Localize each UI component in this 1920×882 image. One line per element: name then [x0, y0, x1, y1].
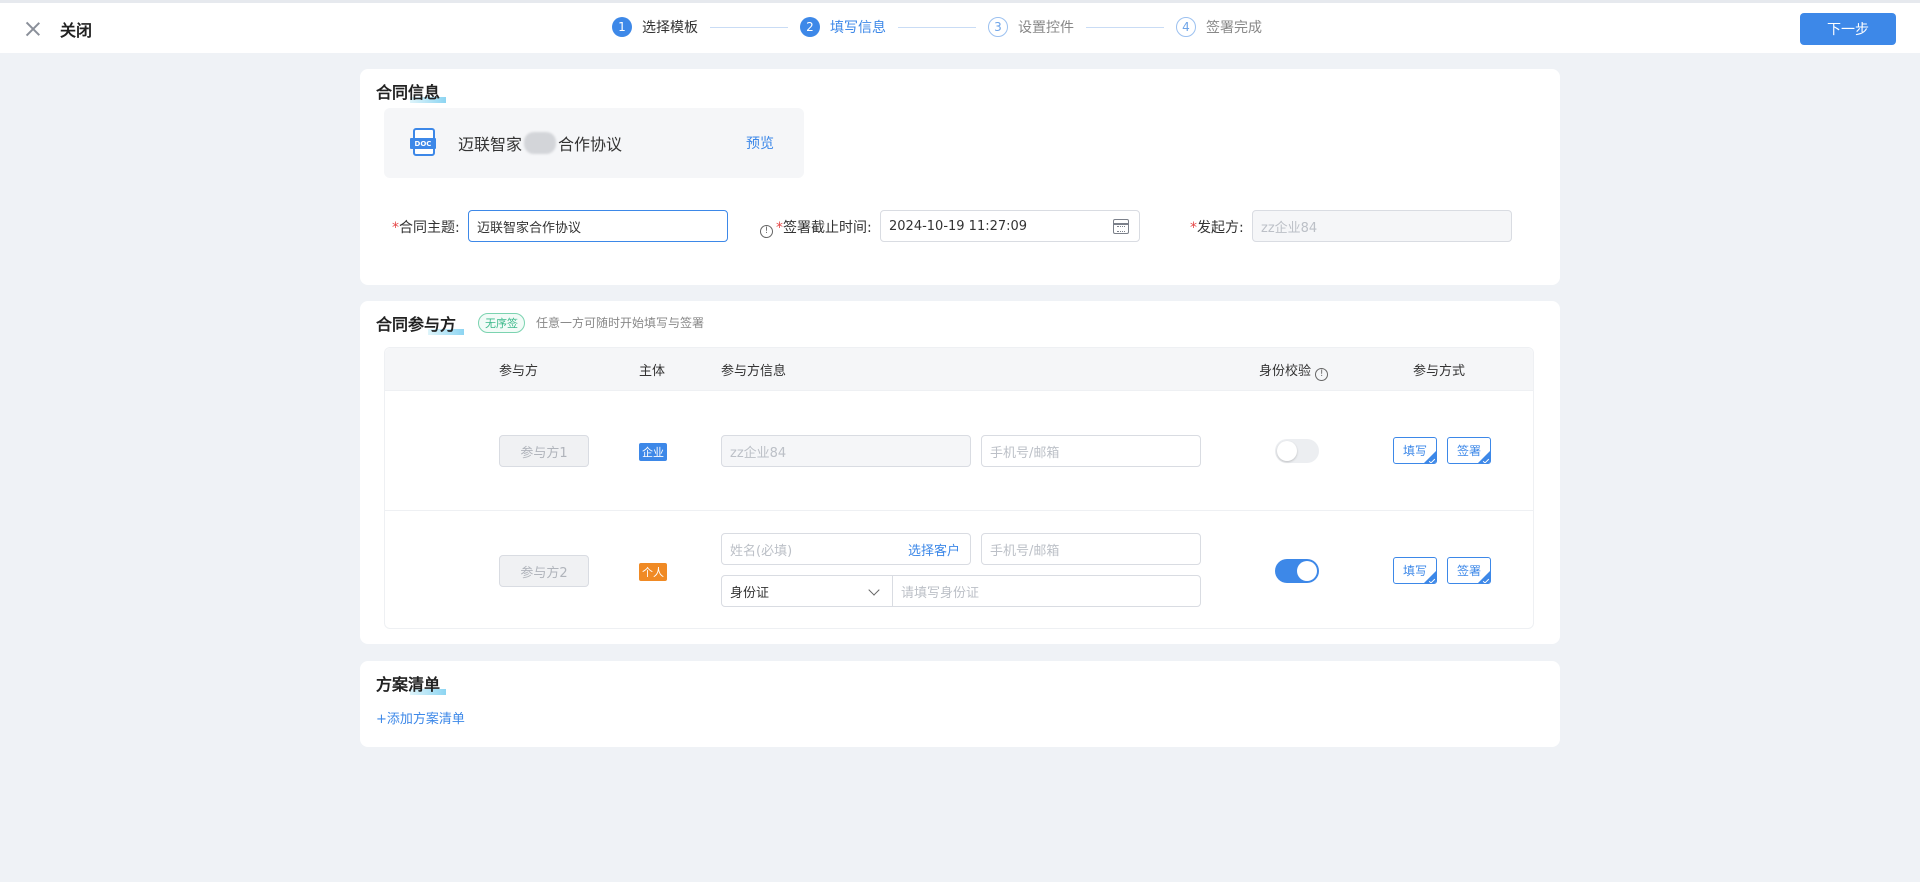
sign-mode-button[interactable]: 签署: [1447, 557, 1491, 584]
fill-mode-button[interactable]: 填写: [1393, 437, 1437, 464]
document-name: 迈联智家 合作协议: [458, 131, 622, 155]
step-1-label: 选择模板: [642, 20, 698, 36]
unordered-sign-badge: 无序签: [478, 313, 525, 333]
step-connector: [710, 26, 788, 28]
step-4-number: 4: [1176, 17, 1196, 37]
step-3-label: 设置控件: [1018, 20, 1074, 36]
contact-input[interactable]: 手机号/邮箱: [981, 435, 1201, 467]
plan-title: 方案清单: [376, 675, 441, 694]
section-title: 合同参与方: [376, 311, 464, 335]
document-name-part2: 合作协议: [558, 135, 623, 154]
person-tag: 个人: [639, 563, 667, 581]
step-3-number: 3: [988, 17, 1008, 37]
initiator-label: *发起方:: [1190, 220, 1244, 236]
contract-info-title: 合同信息: [376, 83, 441, 102]
step-2: 2 填写信息: [800, 17, 886, 37]
select-customer-link[interactable]: 选择客户: [908, 540, 960, 559]
table-row: 参与方1 企业 zz企业84 手机号/邮箱 填写 签署: [385, 390, 1533, 510]
contract-info-card: 合同信息 DOC 迈联智家 合作协议 预览 *合同主题: 迈联智家合作协议 ! *…: [360, 69, 1560, 285]
step-1: 1 选择模板: [612, 17, 698, 37]
col-party: 参与方: [499, 364, 539, 379]
deadline-label: ! *签署截止时间:: [760, 217, 872, 238]
id-number-input[interactable]: 请填写身份证: [892, 575, 1201, 607]
step-4-label: 签署完成: [1206, 20, 1262, 36]
step-connector: [1086, 26, 1164, 28]
redacted-blur: [524, 132, 557, 154]
close-label: 关闭: [60, 21, 93, 40]
preview-link[interactable]: 预览: [746, 133, 774, 153]
subject-input[interactable]: 迈联智家合作协议: [468, 210, 728, 242]
contact-input[interactable]: 手机号/邮箱: [981, 533, 1201, 565]
parties-title: 合同参与方: [376, 315, 457, 334]
deadline-value: 2024-10-19 11:27:09: [889, 218, 1028, 234]
col-mode: 参与方式: [1413, 364, 1466, 379]
next-step-button[interactable]: 下一步: [1800, 13, 1896, 45]
plan-list-card: 方案清单 +添加方案清单: [360, 661, 1560, 747]
section-title: 合同信息: [376, 79, 446, 103]
identity-verify-toggle[interactable]: [1275, 439, 1319, 463]
fill-mode-button[interactable]: 填写: [1393, 557, 1437, 584]
order-hint: 任意一方可随时开始填写与签署: [536, 316, 705, 330]
step-4: 4 签署完成: [1176, 17, 1262, 37]
initiator-placeholder: zz企业84: [1261, 220, 1318, 236]
table-row: 参与方2 个人 姓名(必填) 选择客户 手机号/邮箱 身份证 请填写身份证 填写…: [385, 510, 1533, 630]
info-icon: !: [1315, 368, 1329, 381]
col-subject: 主体: [639, 364, 666, 379]
calendar-icon[interactable]: [1113, 219, 1129, 234]
info-icon: !: [760, 225, 773, 238]
parties-table: 参与方 主体 参与方信息 身份校验 ! 参与方式 参与方1 企业 zz企业84 …: [384, 347, 1534, 629]
enterprise-tag: 企业: [639, 443, 667, 461]
identity-verify-toggle[interactable]: [1275, 559, 1319, 583]
step-2-label: 填写信息: [830, 20, 886, 36]
id-type-select[interactable]: 身份证: [721, 575, 893, 607]
initiator-input: zz企业84: [1252, 210, 1512, 242]
party-1-label: 参与方1: [499, 435, 589, 467]
step-3: 3 设置控件: [988, 17, 1074, 37]
deadline-datetime-input[interactable]: 2024-10-19 11:27:09: [880, 210, 1140, 242]
col-info: 参与方信息: [721, 364, 787, 379]
section-title: 方案清单: [376, 671, 446, 695]
add-plan-link[interactable]: +添加方案清单: [376, 708, 465, 727]
col-verify: 身份校验 !: [1259, 360, 1331, 381]
chevron-down-icon: [868, 584, 880, 596]
table-header: 参与方 主体 参与方信息 身份校验 ! 参与方式: [385, 348, 1533, 390]
step-indicator: 1 选择模板 2 填写信息 3 设置控件 4 签署完成: [612, 17, 1262, 37]
step-2-number: 2: [800, 17, 820, 37]
sign-mode-button[interactable]: 签署: [1447, 437, 1491, 464]
subject-value: 迈联智家合作协议: [477, 220, 582, 236]
document-card: DOC 迈联智家 合作协议 预览: [384, 108, 804, 178]
document-name-part1: 迈联智家: [458, 135, 523, 154]
doc-file-icon: DOC: [410, 128, 438, 158]
step-1-number: 1: [612, 17, 632, 37]
contract-parties-card: 合同参与方 无序签 任意一方可随时开始填写与签署 参与方 主体 参与方信息 身份…: [360, 301, 1560, 644]
name-input[interactable]: 姓名(必填) 选择客户: [721, 533, 971, 565]
party-2-label: 参与方2: [499, 555, 589, 587]
company-input: zz企业84: [721, 435, 971, 467]
subject-label: *合同主题:: [392, 220, 460, 236]
top-bar: 关闭 1 选择模板 2 填写信息 3 设置控件 4 签署完成 下一步: [0, 0, 1920, 53]
close-button[interactable]: 关闭: [24, 17, 92, 41]
close-icon: [24, 20, 42, 38]
step-connector: [898, 26, 976, 28]
